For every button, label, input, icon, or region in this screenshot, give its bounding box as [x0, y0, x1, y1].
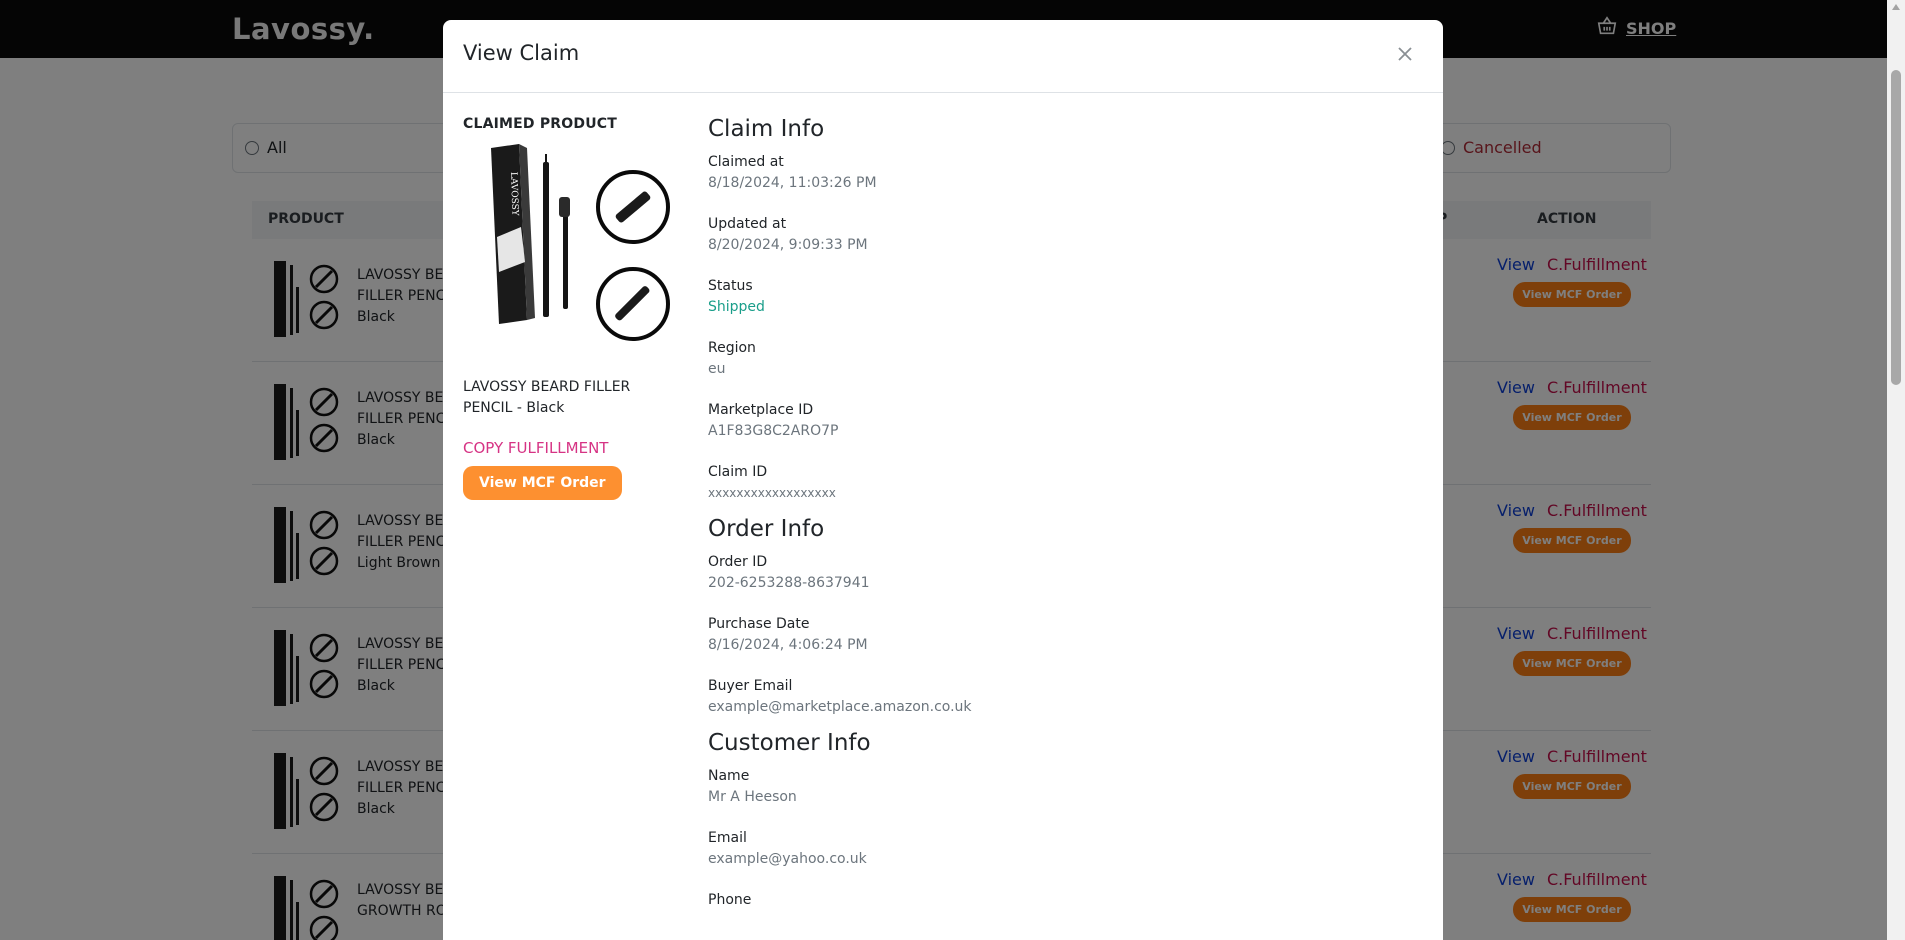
order-id-label: Order ID — [708, 554, 768, 570]
field-name: Name Mr A Heeson — [708, 766, 1408, 808]
close-icon — [1398, 47, 1412, 61]
field-email: Email example@yahoo.co.uk — [708, 828, 1408, 870]
customer-info-title: Customer Info — [708, 730, 871, 756]
close-button[interactable] — [1393, 42, 1417, 66]
order-id-value: 202-6253288-8637941 — [708, 575, 870, 591]
updated-at-label: Updated at — [708, 216, 787, 232]
field-marketplace-id: Marketplace ID A1F83G8C2ARO7P — [708, 400, 1408, 442]
page-scrollbar[interactable] — [1887, 0, 1905, 940]
view-mcf-order-button[interactable]: View MCF Order — [463, 466, 622, 500]
email-label: Email — [708, 830, 747, 846]
purchase-date-label: Purchase Date — [708, 616, 810, 632]
field-purchase-date: Purchase Date 8/16/2024, 4:06:24 PM — [708, 614, 1408, 656]
field-claimed-at: Claimed at 8/18/2024, 11:03:26 PM — [708, 152, 1408, 194]
modal-header: View Claim — [443, 20, 1443, 93]
field-order-id: Order ID 202-6253288-8637941 — [708, 552, 1408, 594]
claimed-product-panel: CLAIMED PRODUCT LAVOSSY LAVOSSY BEARD FI… — [463, 116, 678, 500]
purchase-date-value: 8/16/2024, 4:06:24 PM — [708, 637, 868, 653]
claim-details-panel: Claim Info Claimed at 8/18/2024, 11:03:2… — [708, 116, 1408, 931]
status-value: Shipped — [708, 299, 765, 315]
svg-text:LAVOSSY: LAVOSSY — [508, 172, 520, 217]
region-label: Region — [708, 340, 756, 356]
status-label: Status — [708, 278, 753, 294]
claimed-product-name: LAVOSSY BEARD FILLER PENCIL - Black — [463, 379, 631, 416]
field-status: Status Shipped — [708, 276, 1408, 318]
claim-id-value: xxxxxxxxxxxxxxxxxx — [708, 486, 836, 500]
order-info-title: Order Info — [708, 516, 825, 542]
claim-info-title: Claim Info — [708, 116, 825, 142]
claimed-at-value: 8/18/2024, 11:03:26 PM — [708, 175, 877, 191]
buyer-email-label: Buyer Email — [708, 678, 793, 694]
claim-id-label: Claim ID — [708, 464, 768, 480]
scrollbar-thumb[interactable] — [1891, 70, 1901, 385]
name-value: Mr A Heeson — [708, 789, 797, 805]
claimed-product-heading: CLAIMED PRODUCT — [463, 116, 617, 132]
marketplace-id-value: A1F83G8C2ARO7P — [708, 423, 839, 439]
name-label: Name — [708, 768, 750, 784]
product-image: LAVOSSY — [491, 144, 670, 341]
marketplace-id-label: Marketplace ID — [708, 402, 814, 418]
modal-title: View Claim — [463, 41, 580, 65]
field-region: Region eu — [708, 338, 1408, 380]
email-value: example@yahoo.co.uk — [708, 851, 867, 867]
phone-label: Phone — [708, 892, 752, 908]
field-buyer-email: Buyer Email example@marketplace.amazon.c… — [708, 676, 1408, 718]
copy-fulfillment-button[interactable]: COPY FULFILLMENT — [463, 439, 678, 457]
region-value: eu — [708, 361, 726, 377]
buyer-email-value: example@marketplace.amazon.co.uk — [708, 699, 972, 715]
claimed-at-label: Claimed at — [708, 154, 784, 170]
field-claim-id: Claim ID xxxxxxxxxxxxxxxxxx — [708, 462, 1408, 504]
field-updated-at: Updated at 8/20/2024, 9:09:33 PM — [708, 214, 1408, 256]
updated-at-value: 8/20/2024, 9:09:33 PM — [708, 237, 868, 253]
view-claim-modal: View Claim CLAIMED PRODUCT LAVOSSY LAVOS… — [443, 20, 1443, 940]
scroll-up-arrow-icon[interactable] — [1892, 4, 1900, 10]
field-phone: Phone — [708, 890, 1408, 911]
